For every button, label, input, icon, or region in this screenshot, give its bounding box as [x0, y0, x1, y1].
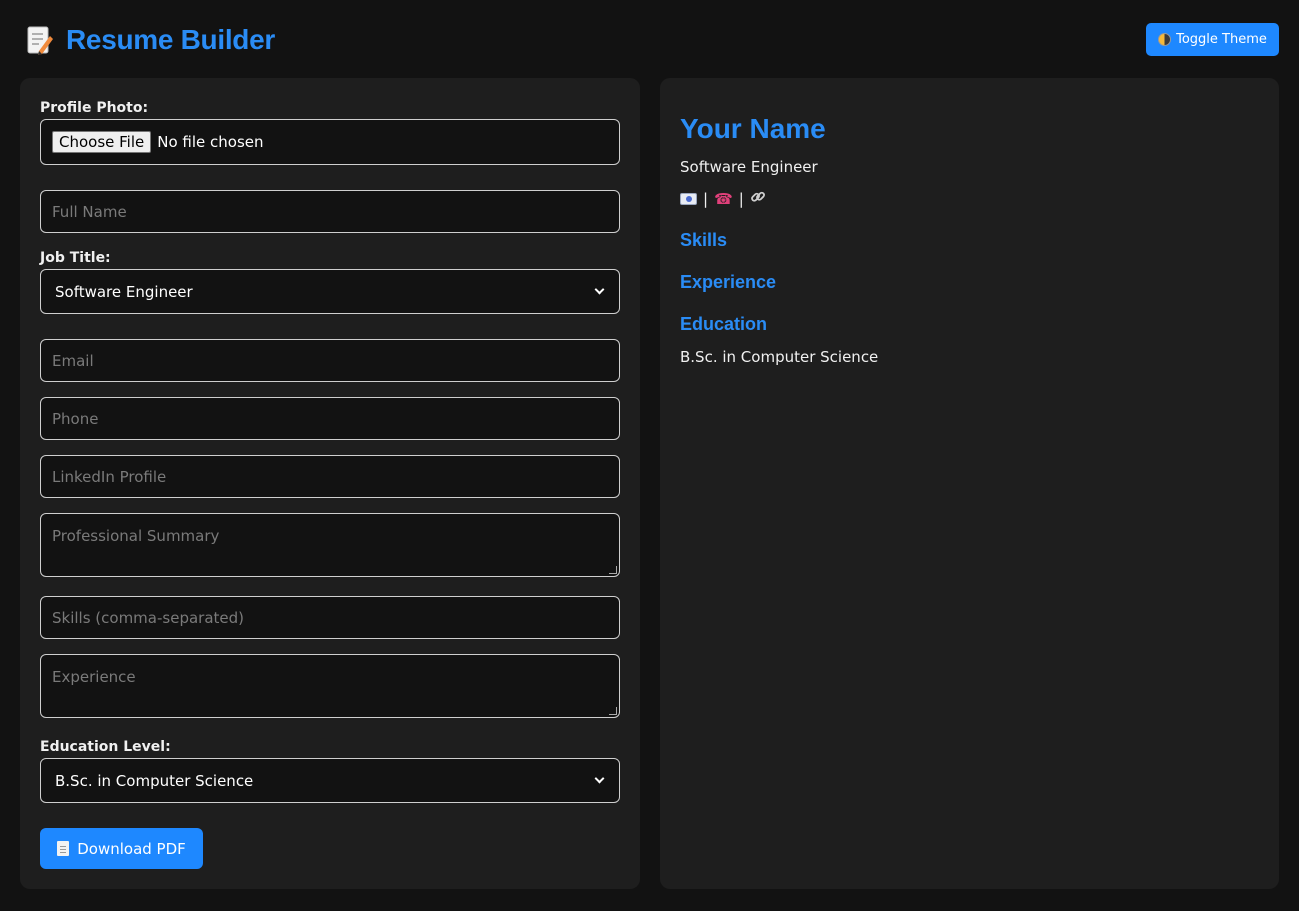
resize-grip-icon[interactable]: [609, 707, 617, 715]
preview-job-title: Software Engineer: [680, 158, 818, 176]
file-status: No file chosen: [157, 133, 264, 151]
preview-experience-heading: Experience: [680, 272, 777, 292]
education-select[interactable]: B.Sc. in Computer Science: [40, 758, 620, 803]
form-panel: Profile Photo: Choose File No file chose…: [20, 78, 640, 889]
experience-textarea[interactable]: Experience: [40, 654, 620, 718]
resize-grip-icon[interactable]: [609, 566, 617, 574]
job-title-value: Software Engineer: [55, 282, 193, 301]
full-name-input[interactable]: Full Name: [40, 190, 620, 233]
summary-placeholder: Professional Summary: [52, 527, 220, 545]
preview-education-value: B.Sc. in Computer Science: [680, 348, 879, 366]
education-value: B.Sc. in Computer Science: [55, 771, 254, 790]
preview-education-heading: Education: [680, 314, 768, 334]
linkedin-input[interactable]: LinkedIn Profile: [40, 455, 620, 498]
skills-input[interactable]: Skills (comma-separated): [40, 596, 620, 639]
link-icon: [750, 189, 766, 209]
toggle-theme-button[interactable]: Toggle Theme: [1146, 23, 1279, 56]
profile-photo-input[interactable]: Choose File No file chosen: [40, 119, 620, 165]
page-title: Resume Builder: [66, 24, 275, 55]
education-label: Education Level:: [40, 739, 171, 755]
document-icon: [57, 841, 70, 856]
toggle-theme-label: Toggle Theme: [1176, 32, 1267, 47]
summary-textarea[interactable]: Professional Summary: [40, 513, 620, 577]
job-title-select[interactable]: Software Engineer: [40, 269, 620, 314]
download-pdf-button[interactable]: Download PDF: [40, 828, 203, 869]
app-title: Resume Builder: [26, 24, 275, 56]
phone-input[interactable]: Phone: [40, 397, 620, 440]
chevron-down-icon: [594, 773, 605, 784]
preview-contacts: | ☎ |: [680, 189, 766, 209]
email-icon: [680, 193, 697, 205]
download-label: Download PDF: [77, 839, 186, 858]
profile-photo-label: Profile Photo:: [40, 100, 149, 116]
phone-icon: ☎: [714, 190, 733, 208]
preview-skills-heading: Skills: [680, 230, 728, 250]
job-title-label: Job Title:: [40, 250, 111, 266]
contact-separator: |: [738, 190, 744, 208]
email-input[interactable]: Email: [40, 339, 620, 382]
theme-icon: [1158, 33, 1172, 46]
contact-separator: |: [703, 190, 709, 208]
experience-placeholder: Experience: [52, 668, 136, 686]
choose-file-button[interactable]: Choose File: [52, 131, 152, 153]
chevron-down-icon: [594, 284, 605, 295]
resume-preview: Your Name Software Engineer | ☎ | Skills…: [660, 78, 1279, 889]
memo-icon: [26, 24, 54, 56]
preview-name: Your Name: [680, 113, 826, 144]
app-header: Resume Builder Toggle Theme: [0, 0, 1299, 78]
